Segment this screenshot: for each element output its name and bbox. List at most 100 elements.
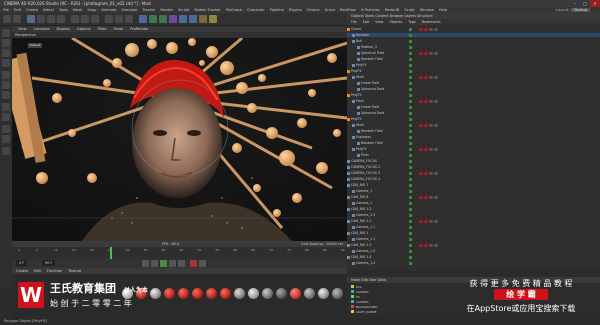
layout-value[interactable]: Startup <box>570 8 590 12</box>
object-row[interactable]: Camera_1.3 <box>347 213 600 217</box>
object-row[interactable]: CAMERA_FOCUS 3 <box>347 171 600 175</box>
visibility-check-icon[interactable] <box>409 250 412 253</box>
material-ball[interactable] <box>332 288 343 299</box>
object-row[interactable]: Random Field <box>347 129 600 133</box>
material-tag-icon[interactable] <box>424 219 428 223</box>
material-ball[interactable] <box>318 288 329 299</box>
material-tag-icon[interactable] <box>419 75 423 79</box>
timeline-ruler[interactable]: 051015202530354045505560657075808590 <box>12 247 347 259</box>
object-row[interactable]: PolyFX <box>347 147 600 151</box>
material-ball[interactable] <box>304 288 315 299</box>
material-tag-icon[interactable] <box>429 243 433 247</box>
object-row[interactable]: Plain <box>347 99 600 103</box>
axis-mode-icon[interactable] <box>2 103 10 111</box>
tweak-mode-icon[interactable] <box>2 113 10 121</box>
z-axis-icon[interactable] <box>91 15 99 23</box>
material-tag-icon[interactable] <box>434 123 438 127</box>
model-mode-icon[interactable] <box>2 39 10 47</box>
object-row[interactable]: Explosion <box>347 135 600 139</box>
visibility-check-icon[interactable] <box>409 64 412 67</box>
previous-frame-icon[interactable] <box>151 260 158 267</box>
texture-mode-icon[interactable] <box>2 49 10 57</box>
material-tag-icon[interactable] <box>424 147 428 151</box>
points-mode-icon[interactable] <box>2 71 10 79</box>
camera-icon[interactable] <box>199 15 207 23</box>
visibility-check-icon[interactable] <box>409 196 412 199</box>
maximize-button[interactable]: □ <box>580 0 590 7</box>
visibility-check-icon[interactable] <box>409 256 412 259</box>
object-row[interactable]: Camera_1.3 <box>347 249 600 253</box>
visibility-check-icon[interactable] <box>409 52 412 55</box>
material-tag-icon[interactable] <box>429 75 433 79</box>
object-row[interactable]: CAM_RIG 1.4 <box>347 255 600 259</box>
material-tag-icon[interactable] <box>424 243 428 247</box>
object-row[interactable]: Shell <box>347 75 600 79</box>
layer-row[interactable]: FX <box>351 295 360 299</box>
object-row[interactable]: Spherical Field <box>347 111 600 115</box>
visibility-check-icon[interactable] <box>409 70 412 73</box>
layer-row[interactable]: LIGHT_SCENE <box>351 310 377 314</box>
visibility-check-icon[interactable] <box>409 76 412 79</box>
object-row[interactable]: PolyFX <box>347 93 600 97</box>
material-tag-icon[interactable] <box>429 195 433 199</box>
material-tag-icon[interactable] <box>419 147 423 151</box>
object-row[interactable]: CAM_RIG 7 <box>347 183 600 187</box>
material-tag-icon[interactable] <box>429 51 433 55</box>
layer-row[interactable]: PLS <box>351 285 361 289</box>
minimize-button[interactable]: – <box>570 0 580 7</box>
object-row[interactable]: CAM_RIG 1.1 <box>347 219 600 223</box>
visibility-check-icon[interactable] <box>409 136 412 139</box>
visibility-check-icon[interactable] <box>409 34 412 37</box>
object-row[interactable]: Position_2 <box>347 45 600 49</box>
make-editable-icon[interactable] <box>2 29 10 37</box>
visibility-check-icon[interactable] <box>409 58 412 61</box>
object-row[interactable]: Random Field <box>347 57 600 61</box>
light-icon[interactable] <box>209 15 217 23</box>
material-ball[interactable] <box>220 288 231 299</box>
spline-pen-icon[interactable] <box>149 15 157 23</box>
visibility-check-icon[interactable] <box>409 148 412 151</box>
x-axis-icon[interactable] <box>71 15 79 23</box>
cloner-icon[interactable] <box>169 15 177 23</box>
viewport-subtab[interactable]: Default <box>28 43 42 48</box>
visibility-check-icon[interactable] <box>409 112 412 115</box>
material-tag-icon[interactable] <box>434 99 438 103</box>
layer-row[interactable]: CAMERA <box>351 290 369 294</box>
next-frame-icon[interactable] <box>169 260 176 267</box>
object-row[interactable]: Camera_1 <box>347 189 600 193</box>
material-tag-icon[interactable] <box>434 219 438 223</box>
object-row[interactable]: Linear Field <box>347 105 600 109</box>
object-row[interactable]: Spherical Field <box>347 51 600 55</box>
material-tag-icon[interactable] <box>429 219 433 223</box>
material-tag-icon[interactable] <box>424 27 428 31</box>
object-row[interactable]: Camera_1.4 <box>347 261 600 265</box>
object-row[interactable]: Camera_1.1 <box>347 237 600 241</box>
visibility-check-icon[interactable] <box>409 244 412 247</box>
material-ball[interactable] <box>276 288 287 299</box>
edges-mode-icon[interactable] <box>2 81 10 89</box>
object-row[interactable]: CAM_RIG 1 <box>347 231 600 235</box>
material-tag-icon[interactable] <box>434 27 438 31</box>
visibility-check-icon[interactable] <box>409 106 412 109</box>
workplane-icon[interactable] <box>2 135 10 143</box>
material-ball[interactable] <box>206 288 217 299</box>
material-tag-icon[interactable] <box>419 195 423 199</box>
render-view-icon[interactable] <box>105 15 113 23</box>
material-tag-icon[interactable] <box>424 171 428 175</box>
go-to-start-icon[interactable] <box>142 260 149 267</box>
material-tag-icon[interactable] <box>429 123 433 127</box>
object-row[interactable]: Linear Field <box>347 81 600 85</box>
material-tag-icon[interactable] <box>424 51 428 55</box>
visibility-check-icon[interactable] <box>409 94 412 97</box>
layer-row[interactable]: BACKGROUND <box>351 305 378 309</box>
visibility-check-icon[interactable] <box>409 220 412 223</box>
material-ball[interactable] <box>290 288 301 299</box>
move-icon[interactable] <box>37 15 45 23</box>
material-ball[interactable] <box>248 288 259 299</box>
subdivision-icon[interactable] <box>159 15 167 23</box>
visibility-check-icon[interactable] <box>409 178 412 181</box>
visibility-check-icon[interactable] <box>409 100 412 103</box>
live-select-icon[interactable] <box>27 15 35 23</box>
render-picture-viewer-icon[interactable] <box>115 15 123 23</box>
close-button[interactable]: ✕ <box>590 0 600 7</box>
